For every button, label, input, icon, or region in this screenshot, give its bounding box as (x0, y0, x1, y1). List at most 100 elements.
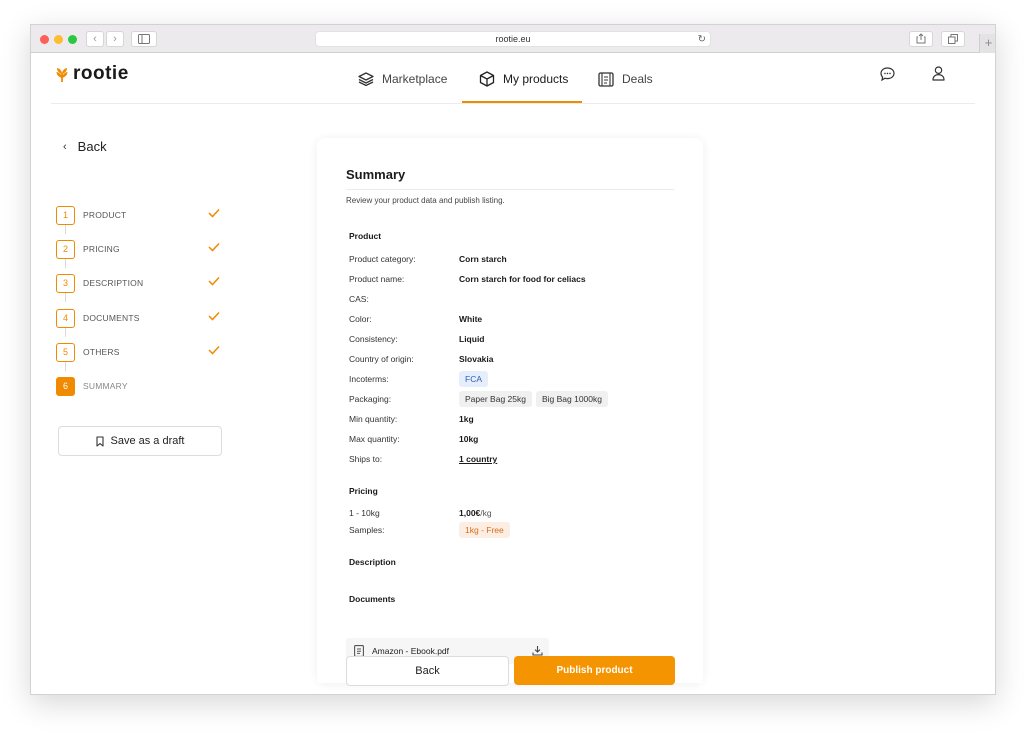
field-label: Country of origin: (349, 354, 414, 364)
layers-icon (358, 72, 374, 86)
close-window-button[interactable] (40, 35, 49, 44)
step-pricing[interactable]: 2 PRICING (56, 239, 226, 259)
browser-back-button[interactable]: ‹ (86, 31, 104, 47)
publish-product-button[interactable]: Publish product (514, 656, 675, 685)
field-value: Liquid (459, 334, 485, 344)
step-summary[interactable]: 6 SUMMARY (56, 376, 226, 396)
field-row: Consistency: Liquid (349, 334, 669, 348)
save-draft-label: Save as a draft (110, 435, 185, 447)
summary-title: Summary (346, 167, 406, 182)
field-value: FCA (459, 371, 492, 387)
step-description[interactable]: 3 DESCRIPTION (56, 273, 226, 293)
chevron-left-icon: ‹ (63, 140, 67, 153)
field-row: Country of origin: Slovakia (349, 354, 669, 368)
field-row: Color: White (349, 314, 669, 328)
field-value: Slovakia (459, 354, 494, 364)
step-documents[interactable]: 4 DOCUMENTS (56, 308, 226, 328)
back-link-label: Back (77, 139, 107, 154)
header-divider (51, 103, 975, 104)
ships-to-link[interactable]: 1 country (459, 454, 497, 464)
step-connector (65, 361, 66, 371)
maximize-window-button[interactable] (68, 35, 77, 44)
browser-forward-button[interactable]: › (106, 31, 124, 47)
nav-item-deals[interactable]: Deals (598, 54, 653, 104)
back-button[interactable]: Back (346, 656, 509, 686)
step-label: DESCRIPTION (83, 278, 144, 288)
step-product[interactable]: 1 PRODUCT (56, 205, 226, 225)
price-range: 1 - 10kg (349, 508, 380, 518)
user-icon[interactable] (932, 66, 945, 86)
new-tab-button[interactable]: + (979, 34, 995, 53)
field-label: Max quantity: (349, 434, 400, 444)
field-label: Product name: (349, 274, 405, 284)
nav-label-marketplace: Marketplace (382, 72, 448, 86)
field-value: 10kg (459, 434, 479, 444)
share-icon[interactable] (909, 31, 933, 47)
summary-subtitle: Review your product data and publish lis… (346, 196, 505, 205)
sidebar-toggle-icon[interactable] (131, 31, 157, 47)
section-heading-product: Product (349, 231, 382, 241)
download-icon[interactable] (532, 645, 543, 656)
nav-label-deals: Deals (622, 72, 653, 86)
field-value: Paper Bag 25kg Big Bag 1000kg (459, 391, 612, 407)
field-label: CAS: (349, 294, 369, 304)
rootie-logo[interactable]: rootie (55, 63, 129, 85)
price-value: 1,00€/kg (459, 508, 492, 518)
step-number: 6 (56, 376, 75, 396)
browser-toolbar: ‹ › rootie.eu ↻ + (31, 25, 995, 53)
step-connector (65, 327, 66, 337)
summary-card: Summary Review your product data and pub… (317, 138, 703, 683)
field-value: White (459, 314, 483, 324)
document-name: Amazon - Ebook.pdf (372, 646, 450, 656)
field-label: Consistency: (349, 334, 398, 344)
step-number: 1 (56, 205, 75, 225)
section-heading-pricing: Pricing (349, 486, 378, 496)
step-connector (65, 292, 66, 302)
step-others[interactable]: 5 OTHERS (56, 342, 226, 362)
field-label: Samples: (349, 525, 385, 535)
step-number: 4 (56, 308, 75, 328)
deals-icon (598, 71, 614, 87)
section-heading-documents: Documents (349, 594, 396, 604)
chat-icon[interactable] (880, 67, 895, 86)
packaging-chip: Big Bag 1000kg (535, 391, 608, 407)
checkmark-icon (208, 345, 220, 355)
brand-name: rootie (73, 63, 129, 84)
field-label: Ships to: (349, 454, 383, 464)
field-label: Product category: (349, 254, 416, 264)
field-row-packaging: Packaging: Paper Bag 25kg Big Bag 1000kg (349, 391, 669, 408)
browser-window: ‹ › rootie.eu ↻ + rootie Marketplace My … (30, 24, 996, 695)
minimize-window-button[interactable] (54, 35, 63, 44)
address-bar[interactable]: rootie.eu ↻ (315, 31, 711, 47)
step-label: PRICING (83, 244, 120, 254)
field-row: Min quantity: 1kg (349, 414, 669, 428)
step-connector (65, 258, 66, 268)
nav-item-marketplace[interactable]: Marketplace (358, 54, 447, 104)
checkmark-icon (208, 208, 220, 218)
step-label: PRODUCT (83, 210, 127, 220)
price-amount: 1,00€ (459, 508, 481, 518)
field-value: 1kg - Free (459, 522, 514, 538)
tabs-overview-icon[interactable] (941, 31, 965, 47)
summary-divider (346, 189, 674, 190)
nav-label-my-products: My products (503, 72, 569, 86)
step-number: 3 (56, 273, 75, 293)
step-label: DOCUMENTS (83, 313, 140, 323)
back-link[interactable]: ‹ Back (63, 139, 107, 154)
nav-item-my-products[interactable]: My products (479, 54, 568, 104)
field-value: 1kg (459, 414, 474, 424)
checkmark-icon (208, 311, 220, 321)
field-label: Min quantity: (349, 414, 398, 424)
reload-icon[interactable]: ↻ (698, 32, 706, 47)
checkmark-icon (208, 276, 220, 286)
checkmark-icon (208, 242, 220, 252)
field-row: Product name: Corn starch for food for c… (349, 274, 669, 288)
field-row: CAS: (349, 294, 669, 308)
step-number: 2 (56, 239, 75, 259)
field-row: Ships to: 1 country (349, 454, 669, 468)
field-value: Corn starch (459, 254, 507, 264)
field-value: Corn starch for food for celiacs (459, 274, 586, 284)
price-unit: /kg (480, 508, 492, 518)
save-draft-button[interactable]: Save as a draft (58, 426, 222, 456)
incoterms-chip: FCA (459, 371, 488, 387)
